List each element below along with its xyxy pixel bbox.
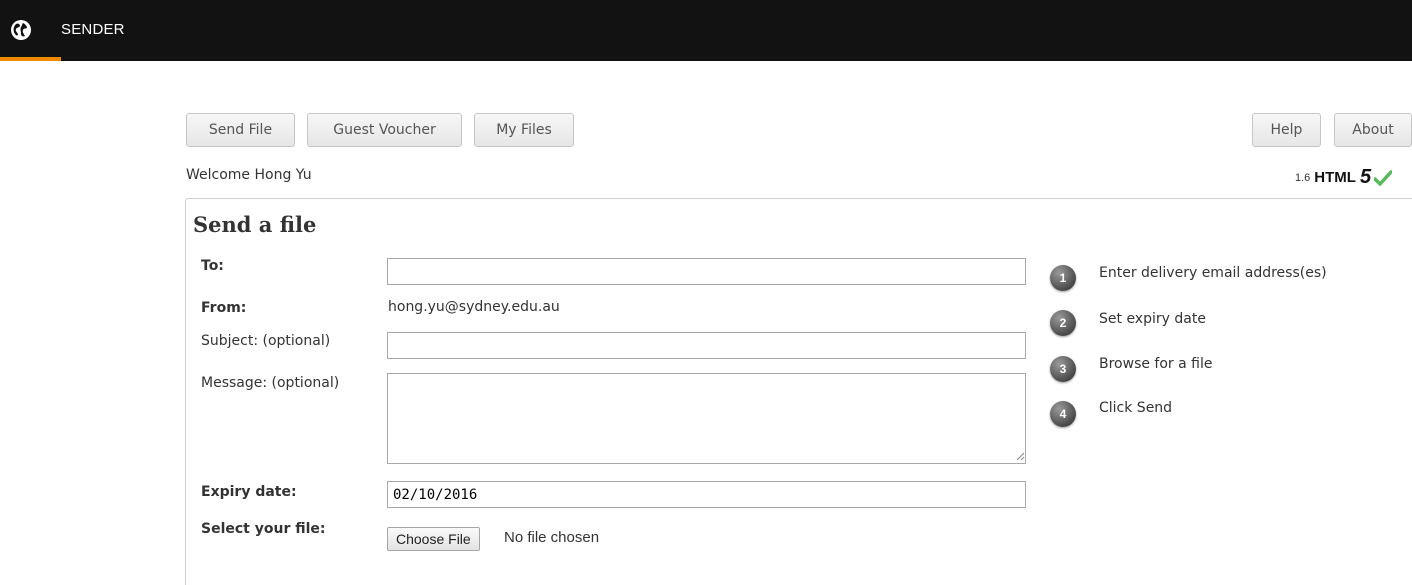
send-file-button[interactable]: Send File	[186, 113, 295, 147]
message-label: Message: (optional)	[201, 375, 340, 391]
resize-grip-icon[interactable]	[1015, 451, 1025, 461]
step-1-text: Enter delivery email address(es)	[1099, 265, 1327, 281]
from-value: hong.yu@sydney.edu.au	[388, 299, 560, 315]
brand-tab[interactable]	[0, 0, 61, 61]
step-3-icon: 3	[1048, 354, 1078, 384]
version-badge: 1.6 HTML 5	[1295, 166, 1393, 189]
help-button[interactable]: Help	[1252, 113, 1321, 147]
from-label: From:	[201, 300, 247, 316]
step-2-text: Set expiry date	[1099, 311, 1206, 327]
subject-input[interactable]	[387, 332, 1026, 359]
to-input[interactable]	[387, 258, 1026, 285]
version-number: 1.6	[1295, 171, 1311, 184]
check-icon	[1374, 169, 1393, 186]
app-title[interactable]: SENDER	[61, 21, 125, 38]
to-label: To:	[201, 258, 224, 274]
file-label: Select your file:	[201, 521, 326, 537]
step-4-text: Click Send	[1099, 400, 1173, 416]
panel-title: Send a file	[193, 212, 317, 237]
message-textarea[interactable]	[387, 373, 1026, 464]
top-navbar: SENDER	[0, 0, 1412, 61]
choose-file-button[interactable]: Choose File	[387, 527, 480, 551]
no-file-text: No file chosen	[504, 529, 600, 546]
my-files-button[interactable]: My Files	[474, 113, 574, 147]
step-1-icon: 1	[1048, 263, 1078, 293]
step-2-icon: 2	[1048, 308, 1078, 338]
welcome-text: Welcome Hong Yu	[186, 167, 312, 183]
html5-five: 5	[1359, 166, 1372, 188]
step-4-icon: 4	[1048, 399, 1078, 429]
expiry-label: Expiry date:	[201, 484, 297, 500]
step-3-text: Browse for a file	[1099, 356, 1213, 372]
subject-label: Subject: (optional)	[201, 333, 331, 349]
html-label: HTML	[1314, 169, 1356, 186]
expiry-date-input[interactable]	[387, 481, 1026, 508]
globe-icon	[11, 20, 31, 40]
about-button[interactable]: About	[1334, 113, 1412, 147]
guest-voucher-button[interactable]: Guest Voucher	[307, 113, 462, 147]
